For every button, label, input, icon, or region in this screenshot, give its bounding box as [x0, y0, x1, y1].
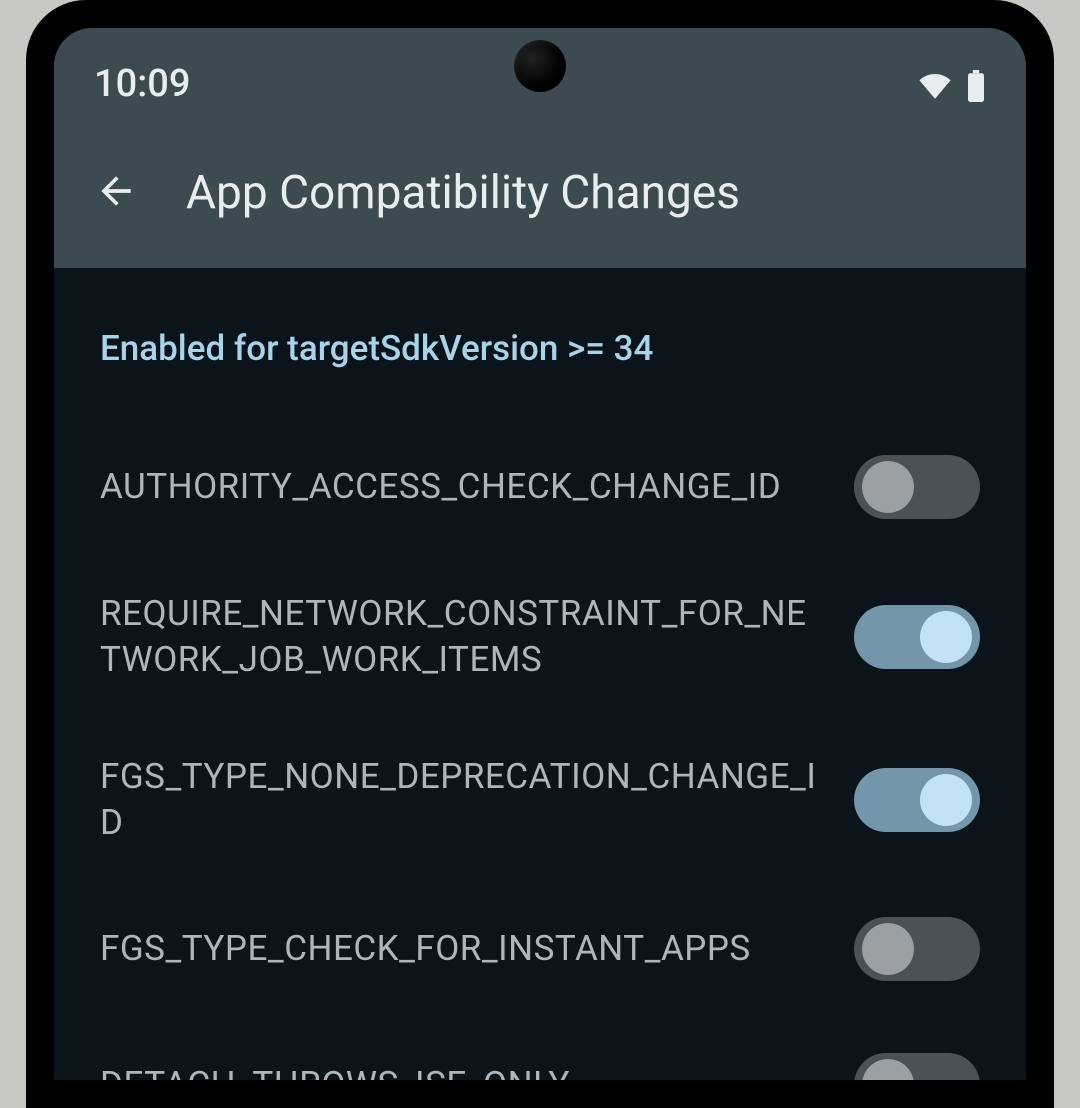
toggle-switch[interactable]: [854, 768, 980, 832]
toggle-switch[interactable]: [854, 917, 980, 981]
wifi-icon: [918, 73, 952, 103]
section-header: Enabled for targetSdkVersion >= 34: [100, 328, 980, 369]
setting-label: AUTHORITY_ACCESS_CHECK_CHANGE_ID: [100, 464, 826, 510]
app-header: App Compatibility Changes: [54, 118, 1026, 268]
page-title: App Compatibility Changes: [186, 166, 740, 220]
toggle-switch[interactable]: [854, 455, 980, 519]
setting-row: AUTHORITY_ACCESS_CHECK_CHANGE_ID: [100, 419, 980, 555]
phone-screen: 10:09: [54, 28, 1026, 1080]
setting-row: DETACH_THROWS_ISE_ONLY: [100, 1017, 980, 1080]
toggle-thumb: [862, 461, 914, 513]
camera-notch: [514, 40, 566, 92]
toggle-switch[interactable]: [854, 1053, 980, 1080]
phone-frame: 10:09: [26, 0, 1054, 1108]
phone-bezel: 10:09: [44, 18, 1036, 1090]
toggle-thumb: [862, 1059, 914, 1080]
setting-label: FGS_TYPE_CHECK_FOR_INSTANT_APPS: [100, 926, 826, 972]
setting-label: REQUIRE_NETWORK_CONSTRAINT_FOR_NETWORK_J…: [100, 591, 826, 682]
toggle-switch[interactable]: [854, 605, 980, 669]
back-button[interactable]: [94, 169, 138, 217]
status-bar-wrapper: 10:09: [54, 28, 1026, 268]
toggle-thumb: [920, 774, 972, 826]
setting-row: FGS_TYPE_NONE_DEPRECATION_CHANGE_ID: [100, 718, 980, 881]
battery-icon: [966, 70, 986, 106]
status-bar: 10:09: [54, 28, 1026, 118]
settings-list: AUTHORITY_ACCESS_CHECK_CHANGE_ID REQUIRE_…: [100, 419, 980, 1080]
toggle-thumb: [920, 611, 972, 663]
setting-row: FGS_TYPE_CHECK_FOR_INSTANT_APPS: [100, 881, 980, 1017]
setting-label: DETACH_THROWS_ISE_ONLY: [100, 1062, 826, 1080]
status-time: 10:09: [94, 62, 190, 106]
toggle-thumb: [862, 923, 914, 975]
status-icons: [918, 70, 986, 106]
setting-label: FGS_TYPE_NONE_DEPRECATION_CHANGE_ID: [100, 754, 826, 845]
setting-row: REQUIRE_NETWORK_CONSTRAINT_FOR_NETWORK_J…: [100, 555, 980, 718]
content-area: Enabled for targetSdkVersion >= 34 AUTHO…: [54, 268, 1026, 1080]
